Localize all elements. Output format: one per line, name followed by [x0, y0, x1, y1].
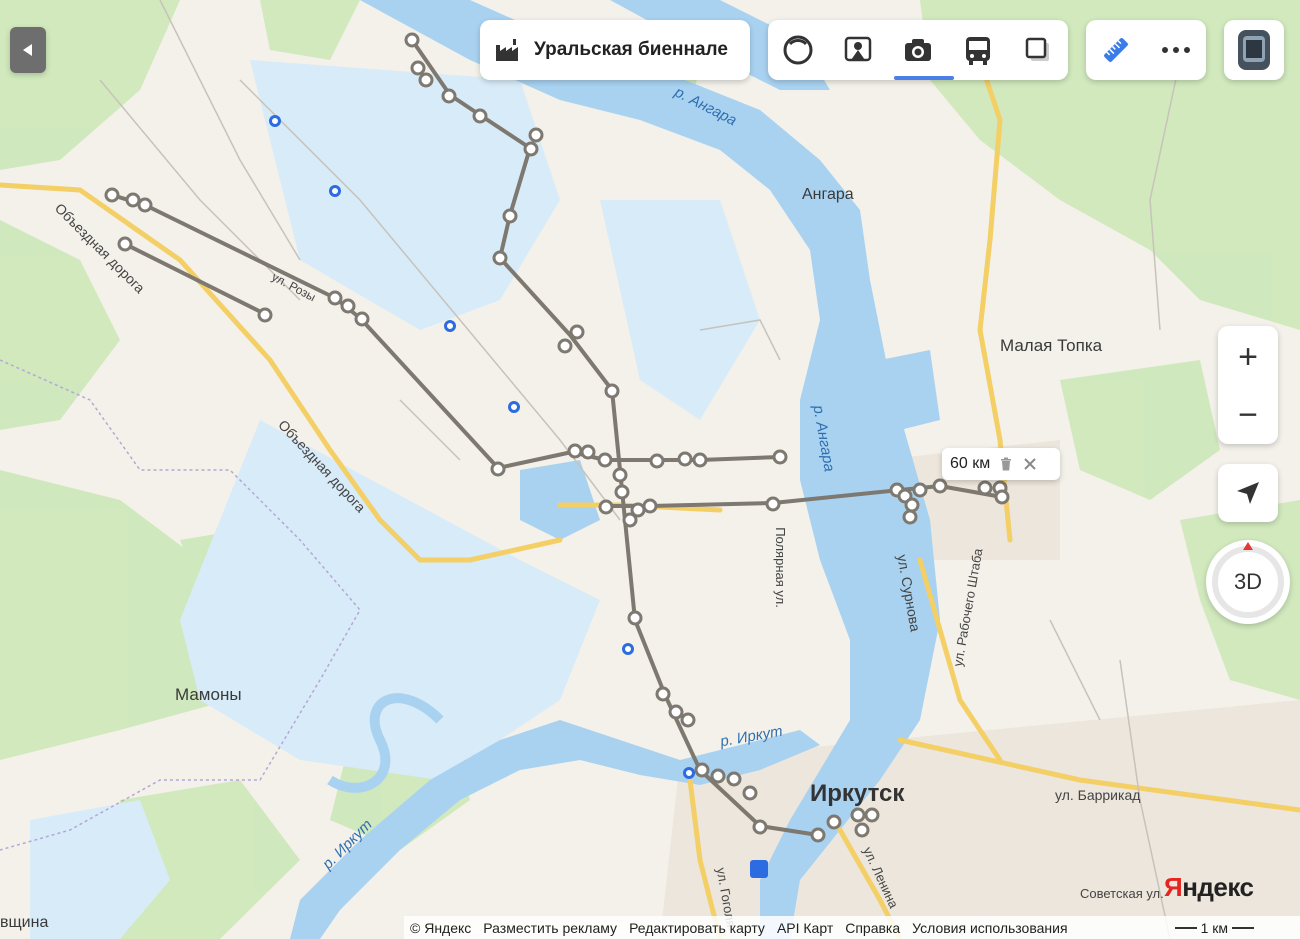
compass-3d-button[interactable]: 3D — [1206, 540, 1290, 624]
footer-link-ads[interactable]: Разместить рекламу — [483, 920, 617, 936]
navigation-arrow-icon — [1237, 482, 1259, 504]
train-station-icon — [750, 860, 768, 878]
layers-icon[interactable] — [1018, 30, 1058, 70]
more-icon[interactable] — [1156, 30, 1196, 70]
footer-bar: © Яндекс Разместить рекламу Редактироват… — [404, 916, 1300, 939]
scale-line-left — [1174, 926, 1197, 929]
scale-bar: 1 км — [1174, 919, 1254, 936]
scale-label: 1 км — [1200, 919, 1228, 936]
zoom-out-button[interactable]: − — [1218, 390, 1278, 440]
tools-panel — [1086, 20, 1206, 80]
ruler-distance-popup: 60 км — [942, 448, 1060, 480]
sidebar-toggle-button[interactable] — [10, 27, 46, 73]
promo-button[interactable]: Уральская биеннале — [480, 20, 750, 80]
chevron-left-icon — [23, 44, 32, 56]
compass-north-icon — [1243, 542, 1253, 550]
sovetskaya-label: Советская ул. — [1080, 886, 1164, 901]
avatar-image — [1238, 30, 1270, 70]
zoom-in-button[interactable]: + — [1218, 332, 1278, 382]
malaya-topka-label: Малая Топка — [1000, 336, 1103, 355]
yandex-logo-rest: ндекс — [1182, 872, 1254, 902]
promo-label: Уральская биеннале — [534, 39, 728, 60]
footer-link-help[interactable]: Справка — [845, 920, 900, 936]
yandex-logo: Яндекс — [1164, 872, 1254, 903]
compass-ring — [1212, 546, 1284, 618]
scale-line-right — [1232, 926, 1254, 929]
people-icon[interactable] — [838, 30, 878, 70]
trash-icon[interactable] — [998, 456, 1014, 472]
angara-place-label: Ангара — [802, 186, 854, 203]
copyright-link[interactable]: © Яндекс — [410, 920, 471, 936]
geolocation-button[interactable] — [1218, 464, 1278, 522]
footer-link-edit-map[interactable]: Редактировать карту — [629, 920, 765, 936]
camera-icon[interactable] — [898, 30, 938, 70]
mamony-label: Мамоны — [175, 685, 242, 704]
active-layer-indicator — [894, 76, 954, 80]
factory-icon — [496, 39, 518, 61]
footer-link-api[interactable]: API Карт — [777, 920, 833, 936]
ruler-distance: 60 км — [950, 455, 991, 472]
zoom-controls: + − — [1218, 326, 1278, 444]
avatar[interactable] — [1224, 20, 1284, 80]
close-icon[interactable] — [1022, 456, 1038, 472]
footer-link-terms[interactable]: Условия использования — [912, 920, 1067, 936]
ruler-icon[interactable] — [1096, 30, 1136, 70]
panorama-icon[interactable] — [778, 30, 818, 70]
ul-barrikad-label: ул. Баррикад — [1055, 787, 1141, 803]
map-canvas[interactable]: р. Ангара Ангара р. Ангара Малая Топка М… — [0, 0, 1300, 939]
bus-icon[interactable] — [958, 30, 998, 70]
edge-place-label: вщина — [0, 914, 49, 931]
layers-panel — [768, 20, 1068, 80]
ul-polyarnaya-label: Полярная ул. — [772, 527, 788, 608]
yandex-logo-first-letter: Я — [1164, 872, 1183, 902]
irkutsk-label: Иркутск — [810, 780, 905, 807]
